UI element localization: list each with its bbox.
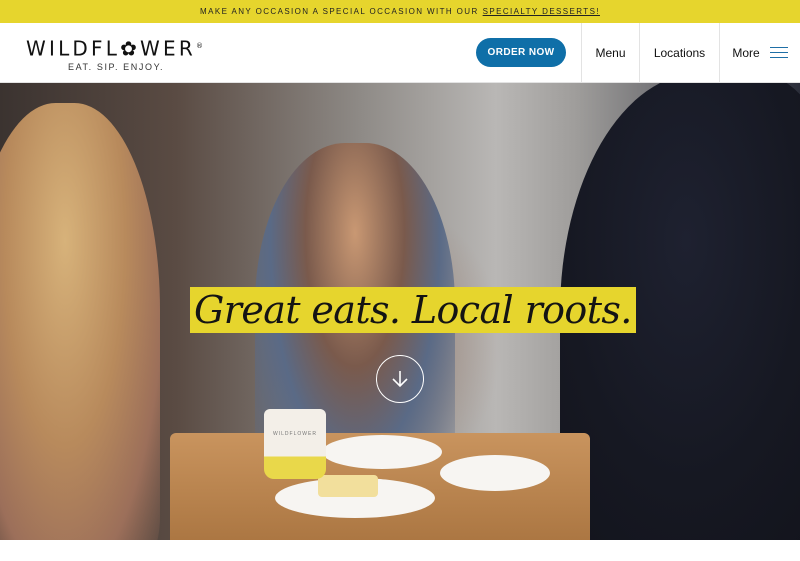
nav-more[interactable]: More [719, 23, 800, 82]
cup-logo-text: WILDFLOWER [273, 431, 317, 437]
announcement-text: MAKE ANY OCCASION A SPECIAL OCCASION WIT… [200, 7, 479, 16]
specialty-desserts-link[interactable]: SPECIALTY DESSERTS! [483, 7, 600, 16]
hero-plate [440, 455, 550, 491]
hero-headline: Great eats. Local roots. [190, 287, 636, 333]
hero-cup: WILDFLOWER [264, 409, 326, 479]
nav-menu-label: Menu [595, 45, 626, 60]
order-now-button[interactable]: ORDER NOW [476, 38, 566, 67]
page-content-start [0, 540, 800, 561]
wildflower-logo[interactable]: WILDFL✿WER® EAT. SIP. ENJOY. [26, 35, 203, 72]
registered-mark: ® [195, 42, 207, 50]
nav-more-label: More [732, 45, 760, 60]
logo-wordmark: WILDFL✿WER® [26, 35, 203, 61]
nav-locations[interactable]: Locations [639, 23, 719, 82]
scroll-down-button[interactable] [376, 355, 424, 403]
hamburger-menu-icon[interactable] [769, 46, 788, 59]
logo-tagline: EAT. SIP. ENJOY. [68, 61, 165, 72]
hero-person-left [0, 103, 160, 540]
site-header: WILDFL✿WER® EAT. SIP. ENJOY. ORDER NOW M… [0, 23, 800, 83]
announcement-bar: MAKE ANY OCCASION A SPECIAL OCCASION WIT… [0, 0, 800, 23]
nav-locations-label: Locations [653, 45, 706, 60]
hero-cake [318, 475, 378, 497]
arrow-down-icon [392, 371, 408, 388]
logo-name: WILDFL✿WER [26, 36, 196, 61]
hero-plate [322, 435, 442, 469]
nav-menu[interactable]: Menu [581, 23, 639, 82]
